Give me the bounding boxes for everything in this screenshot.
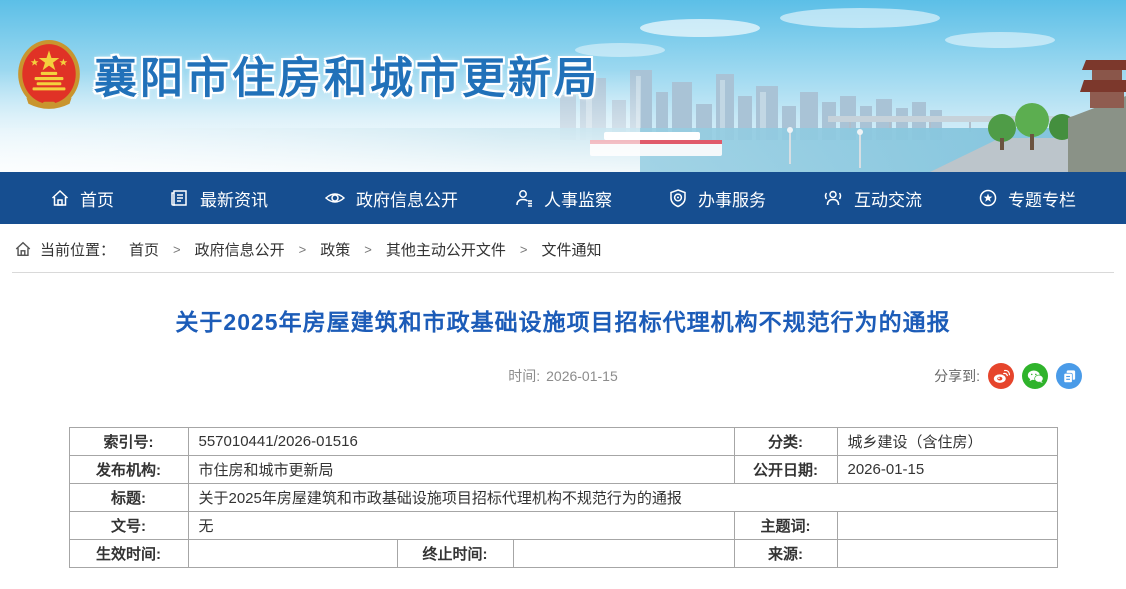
doc-number-label: 文号:	[69, 512, 188, 540]
nav-label: 人事监察	[544, 186, 612, 211]
category-label: 分类:	[734, 428, 837, 456]
shield-icon	[668, 188, 688, 208]
source-label: 来源:	[734, 540, 837, 568]
time-label: 时间:	[508, 368, 540, 384]
breadcrumb-divider	[12, 272, 1114, 273]
table-row: 生效时间: 终止时间: 来源:	[69, 540, 1057, 568]
nav-label: 政府信息公开	[356, 186, 458, 211]
news-icon	[170, 188, 190, 208]
article-meta-row: 时间: 2026-01-15 分享到:	[0, 363, 1126, 391]
copy-link-icon	[1062, 369, 1077, 384]
source-value	[837, 540, 1057, 568]
breadcrumb-item-gov-info[interactable]: 政府信息公开	[195, 239, 285, 260]
nav-item-gov-info[interactable]: 政府信息公开	[324, 186, 458, 211]
document-info-table: 索引号: 557010441/2026-01516 分类: 城乡建设（含住房） …	[69, 427, 1058, 568]
nav-label: 专题专栏	[1008, 186, 1076, 211]
breadcrumb: 当前位置： 首页 > 政府信息公开 > 政策 > 其他主动公开文件 > 文件通知	[0, 224, 1126, 262]
weibo-icon	[993, 369, 1010, 384]
breadcrumb-item-other-public-docs[interactable]: 其他主动公开文件	[386, 239, 506, 260]
keywords-label: 主题词:	[734, 512, 837, 540]
time-value: 2026-01-15	[546, 368, 618, 384]
wechat-icon	[1027, 369, 1044, 384]
nav-item-interaction[interactable]: 互动交流	[822, 186, 922, 211]
chat-people-icon	[822, 188, 844, 208]
nav-label: 互动交流	[854, 186, 922, 211]
expiry-date-label: 终止时间:	[397, 540, 513, 568]
nav-item-news[interactable]: 最新资讯	[170, 186, 268, 211]
category-value: 城乡建设（含住房）	[837, 428, 1057, 456]
home-icon	[50, 188, 70, 208]
star-circle-icon	[978, 188, 998, 208]
breadcrumb-item-doc-notice[interactable]: 文件通知	[541, 239, 601, 260]
index-number-value: 557010441/2026-01516	[188, 428, 734, 456]
doc-title-label: 标题:	[69, 484, 188, 512]
site-banner: 襄阳市住房和城市更新局	[0, 0, 1126, 172]
share-wechat-button[interactable]	[1022, 363, 1048, 389]
national-emblem-icon	[16, 38, 82, 112]
share-bar: 分享到:	[934, 363, 1082, 389]
main-nav: 首页 最新资讯 政府信息公开 人事监察 办事服务	[0, 172, 1126, 224]
breadcrumb-item-home[interactable]: 首页	[129, 239, 159, 260]
breadcrumb-separator: >	[299, 242, 307, 257]
nav-label: 办事服务	[698, 186, 766, 211]
breadcrumb-item-policy[interactable]: 政策	[320, 239, 350, 260]
nav-item-services[interactable]: 办事服务	[668, 186, 766, 211]
nav-label: 首页	[80, 186, 114, 211]
table-row: 文号: 无 主题词:	[69, 512, 1057, 540]
index-number-label: 索引号:	[69, 428, 188, 456]
table-row: 标题: 关于2025年房屋建筑和市政基础设施项目招标代理机构不规范行为的通报	[69, 484, 1057, 512]
share-weibo-button[interactable]	[988, 363, 1014, 389]
publish-date-label: 公开日期:	[734, 456, 837, 484]
keywords-value	[837, 512, 1057, 540]
publish-date-value: 2026-01-15	[837, 456, 1057, 484]
nav-item-special-topics[interactable]: 专题专栏	[978, 186, 1076, 211]
nav-label: 最新资讯	[200, 186, 268, 211]
breadcrumb-separator: >	[173, 242, 181, 257]
issuing-agency-value: 市住房和城市更新局	[188, 456, 734, 484]
breadcrumb-home-icon	[14, 240, 32, 258]
expiry-date-value	[513, 540, 734, 568]
effective-date-value	[188, 540, 397, 568]
breadcrumb-label: 当前位置：	[40, 239, 115, 260]
share-label: 分享到:	[934, 366, 980, 386]
breadcrumb-separator: >	[364, 242, 372, 257]
doc-title-value: 关于2025年房屋建筑和市政基础设施项目招标代理机构不规范行为的通报	[188, 484, 1057, 512]
person-icon	[514, 188, 534, 208]
site-title: 襄阳市住房和城市更新局	[94, 44, 600, 106]
table-row: 索引号: 557010441/2026-01516 分类: 城乡建设（含住房）	[69, 428, 1057, 456]
eye-icon	[324, 188, 346, 208]
table-row: 发布机构: 市住房和城市更新局 公开日期: 2026-01-15	[69, 456, 1057, 484]
article-title: 关于2025年房屋建筑和市政基础设施项目招标代理机构不规范行为的通报	[0, 303, 1126, 337]
breadcrumb-separator: >	[520, 242, 528, 257]
effective-date-label: 生效时间:	[69, 540, 188, 568]
doc-number-value: 无	[188, 512, 734, 540]
issuing-agency-label: 发布机构:	[69, 456, 188, 484]
nav-item-personnel[interactable]: 人事监察	[514, 186, 612, 211]
share-copy-link-button[interactable]	[1056, 363, 1082, 389]
nav-item-home[interactable]: 首页	[50, 186, 114, 211]
